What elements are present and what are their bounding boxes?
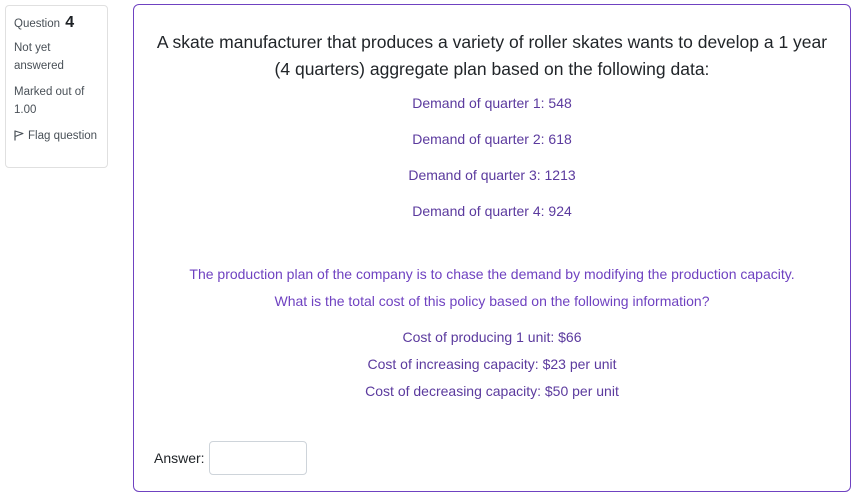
demand-quarter-4: Demand of quarter 4: 924: [412, 203, 572, 219]
cost-increasing: Cost of increasing capacity: $23 per uni…: [367, 356, 617, 372]
cost-producing: Cost of producing 1 unit: $66: [402, 329, 582, 345]
demand-quarter-2: Demand of quarter 2: 618: [412, 131, 572, 147]
flag-question-button[interactable]: Flag question: [14, 127, 99, 145]
question-state: Not yet answered: [14, 42, 64, 72]
answer-row: Answer:: [154, 441, 307, 475]
question-number: Question 4: [14, 14, 99, 33]
answer-label: Answer:: [154, 450, 205, 466]
answer-input[interactable]: [208, 441, 307, 475]
demand-quarter-1: Demand of quarter 1: 548: [412, 95, 572, 111]
question-content: A skate manufacturer that produces a var…: [133, 4, 851, 492]
flag-label: Flag question: [28, 130, 98, 142]
flag-icon: [14, 130, 24, 141]
question-info-panel: Question 4 Not yet answered Marked out o…: [5, 5, 108, 168]
question-word: Question: [14, 18, 61, 30]
demand-quarter-3: Demand of quarter 3: 1213: [408, 167, 576, 183]
question-title: A skate manufacturer that produces a var…: [156, 32, 828, 79]
question-number-value: 4: [65, 14, 75, 31]
plan-question: What is the total cost of this policy ba…: [274, 293, 710, 309]
cost-decreasing: Cost of decreasing capacity: $50 per uni…: [365, 383, 619, 399]
question-grade: Marked out of 1.00: [14, 86, 85, 116]
plan-description: The production plan of the company is to…: [189, 266, 795, 282]
